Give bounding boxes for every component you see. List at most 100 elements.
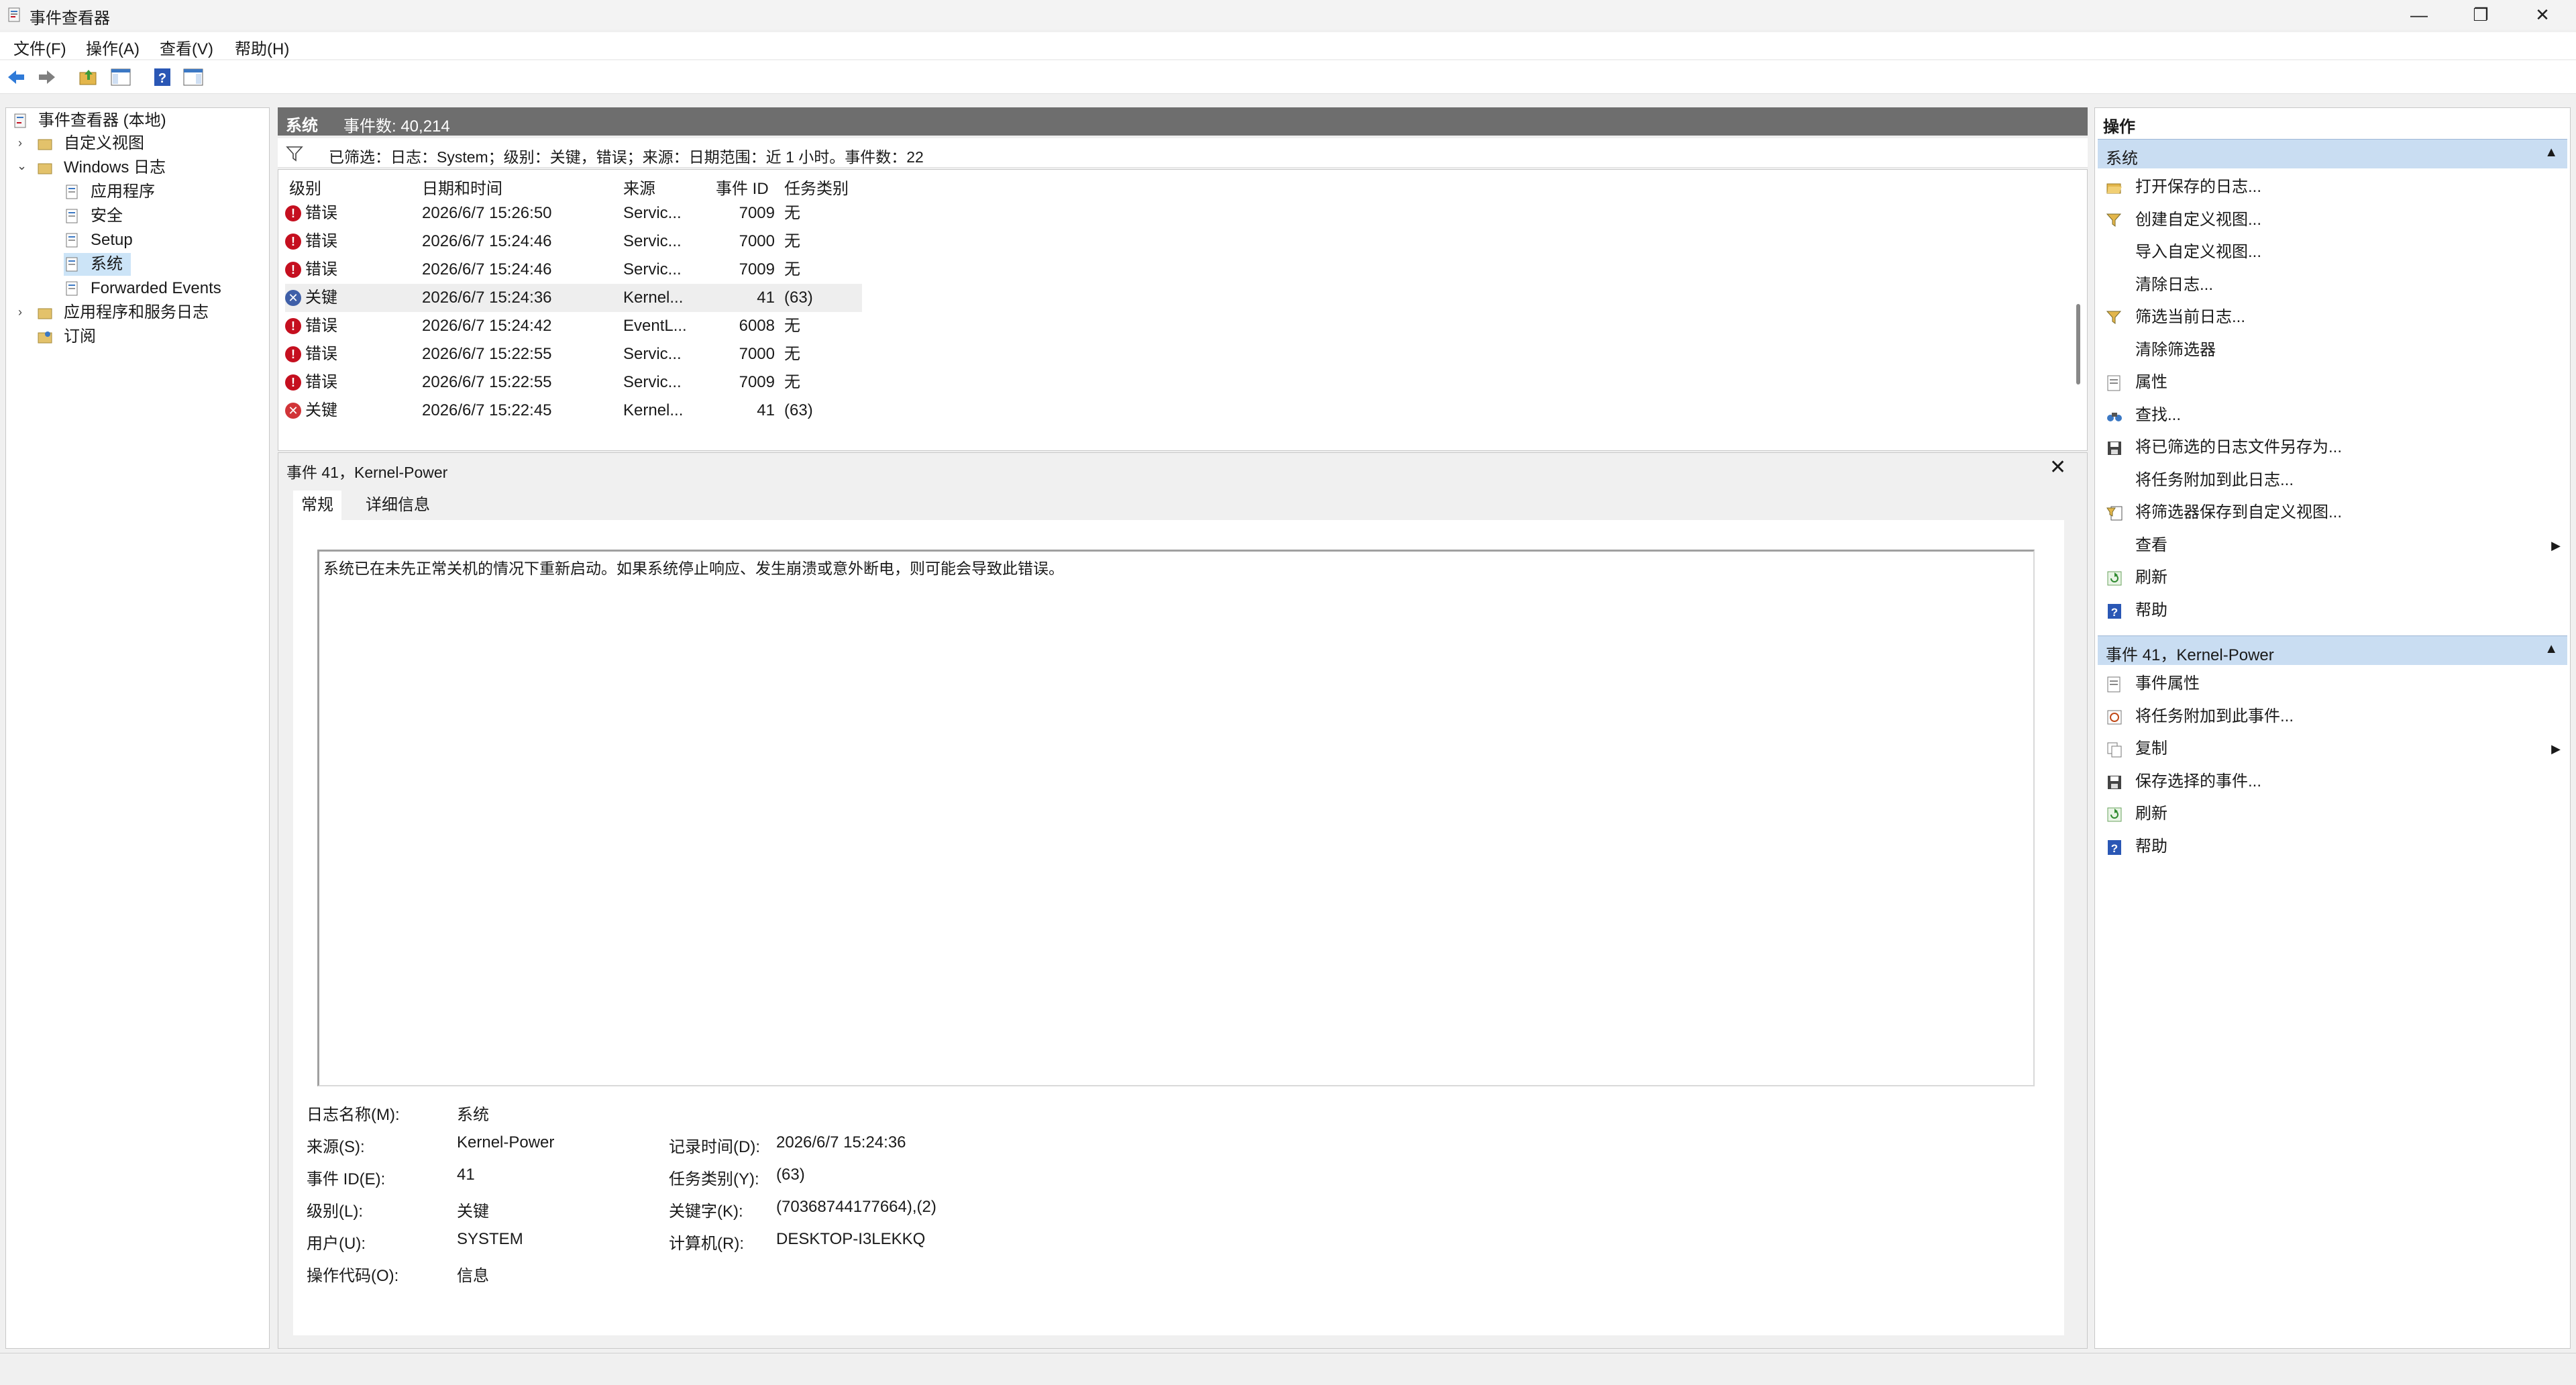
chevron-right-icon[interactable]: › [18,136,22,150]
menu-action[interactable]: 操作(A) [86,36,140,59]
error-icon: ! [285,262,301,278]
error-icon: ! [285,205,301,221]
menu-file[interactable]: 文件(F) [13,36,66,59]
close-window-button[interactable]: ✕ [2512,0,2573,30]
column-header-datetime[interactable]: 日期和时间 [422,175,502,199]
action-save-filter-10[interactable]: 将筛选器保存到自定义视图... [2099,497,2567,529]
column-header-level[interactable]: 级别 [289,175,321,199]
task-icon [2107,710,2122,724]
action-item-3[interactable]: 清除日志... [2099,269,2567,301]
tree-item-custom-views[interactable]: 自定义视图 [37,132,258,155]
cell-task: 无 [784,317,800,335]
maximize-button[interactable]: ❐ [2450,0,2512,30]
event-list[interactable]: 级别 日期和时间 来源 事件 ID 任务类别 ! 错误 2026/6/7 15:26… [278,169,2088,451]
cell-source: Servic... [623,232,682,250]
tree-item-forwarded-events[interactable]: Forwarded Events [64,277,258,300]
column-header-task[interactable]: 任务类别 [784,175,849,199]
detail-title: 事件 41，Kernel-Power [286,464,448,481]
action-refresh-12[interactable]: 刷新 [2099,562,2567,594]
minimize-button[interactable]: — [2388,0,2450,30]
tree-item-app-service-logs[interactable]: 应用程序和服务日志 [37,301,258,324]
action-properties-6[interactable]: 属性 [2099,366,2567,399]
computer-label: 计算机(R): [669,1235,744,1253]
tree-item-setup[interactable]: Setup [64,229,258,252]
logged-value: 2026/6/7 15:24:36 [776,1133,906,1151]
cell-level: 错误 [305,260,337,278]
action-funnel-4[interactable]: 筛选当前日志... [2099,301,2567,334]
tree-item-security[interactable]: 安全 [64,205,258,227]
actions-section-system[interactable]: 系统 ▲ [2098,139,2567,168]
error-icon: ! [285,234,301,250]
tree-label: Windows 日志 [64,158,166,176]
cell-task: (63) [784,401,813,419]
up-folder-icon[interactable] [78,66,99,88]
cell-task: 无 [784,345,800,363]
cell-level: 关键 [305,289,337,307]
collapse-icon[interactable]: ▲ [2544,145,2558,160]
event-row[interactable]: ! 错误 2026/6/7 15:22:55 Servic... 7000 无 [285,340,862,368]
event-row[interactable]: ! 错误 2026/6/7 15:26:50 Servic... 7009 无 [285,199,862,227]
action-item-11[interactable]: 查看 ▶ [2099,529,2567,562]
action-open-folder-0[interactable]: 打开保存的日志... [2099,171,2567,203]
column-header-source[interactable]: 来源 [623,175,655,199]
tree-item-root[interactable]: 事件查看器 (本地) [13,109,261,132]
show-hide-tree-icon[interactable] [110,66,131,88]
scrollbar[interactable] [2076,304,2080,384]
action-binoculars-7[interactable]: 查找... [2099,399,2567,431]
action-refresh-4[interactable]: 刷新 [2099,798,2567,830]
chevron-right-icon[interactable]: › [18,305,22,319]
action-task-1[interactable]: 将任务附加到此事件... [2099,701,2567,733]
action-save-3[interactable]: 保存选择的事件... [2099,766,2567,798]
cell-task: 无 [784,260,800,278]
description-box[interactable]: 系统已在未先正常关机的情况下重新启动。如果系统停止响应、发生崩溃或意外断电，则可… [317,550,2035,1086]
cell-level: 错误 [305,373,337,391]
cell-task: 无 [784,204,800,222]
tree-item-windows-logs[interactable]: Windows 日志 [37,156,258,179]
action-properties-0[interactable]: 事件属性 [2099,668,2567,700]
event-row[interactable]: ! 错误 2026/6/7 15:24:42 EventL... 6008 无 [285,312,862,340]
event-row[interactable]: ! 错误 2026/6/7 15:24:46 Servic... 7009 无 [285,256,862,284]
collapse-icon[interactable]: ▲ [2544,642,2558,657]
action-copy-2[interactable]: 复制 ▶ [2099,733,2567,765]
cell-event-id: 41 [757,289,775,307]
actions-pane: 操作 系统 ▲ 打开保存的日志... 创建自定义视图... 导入自定义视图... 清除… [2094,107,2571,1349]
tree-item-application[interactable]: 应用程序 [64,181,258,203]
event-row[interactable]: ! 错误 2026/6/7 15:24:46 Servic... 7000 无 [285,227,862,256]
log-name-value: 系统 [457,1106,489,1124]
action-help-13[interactable]: ? 帮助 [2099,595,2567,627]
close-icon[interactable]: ✕ [2049,456,2066,479]
action-item-9[interactable]: 将任务附加到此日志... [2099,464,2567,497]
event-row[interactable]: ✕ 关键 2026/6/7 15:22:45 Kernel... 41 (63) [285,397,862,425]
event-row[interactable]: ✕ 关键 2026/6/7 15:24:36 Kernel... 41 (63) [285,284,862,312]
folder-icon [38,139,52,150]
svg-text:?: ? [158,71,166,86]
column-header-event-id[interactable]: 事件 ID [716,175,769,199]
action-funnel-1[interactable]: 创建自定义视图... [2099,204,2567,236]
cell-datetime: 2026/6/7 15:22:45 [422,401,552,419]
toolbar: ? [0,60,2576,94]
action-label: 筛选当前日志... [2135,308,2246,326]
action-item-5[interactable]: 清除筛选器 [2099,334,2567,366]
chevron-down-icon[interactable]: ⌄ [17,159,27,173]
menu-view[interactable]: 查看(V) [160,36,213,59]
level-label: 级别(L): [307,1202,363,1221]
menu-help[interactable]: 帮助(H) [235,36,289,59]
actions-section-event[interactable]: 事件 41，Kernel-Power ▲ [2098,635,2567,665]
action-help-5[interactable]: ? 帮助 [2099,831,2567,863]
tree-label: 自定义视图 [64,134,144,152]
cell-task: 无 [784,232,800,250]
action-item-2[interactable]: 导入自定义视图... [2099,236,2567,268]
tab-general[interactable]: 常规 [293,491,341,520]
tab-details[interactable]: 详细信息 [358,491,438,520]
action-save-8[interactable]: 将已筛选的日志文件另存为... [2099,431,2567,464]
tree-item-system[interactable]: 系统 [64,253,131,276]
action-label: 清除筛选器 [2135,340,2216,359]
event-row[interactable]: ! 错误 2026/6/7 15:22:55 Servic... 7009 无 [285,368,862,397]
tree-item-subscriptions[interactable]: 订阅 [37,325,258,348]
show-hide-action-pane-icon[interactable] [182,66,204,88]
back-icon[interactable] [5,66,27,88]
forward-icon[interactable] [36,66,58,88]
tree-label: Forwarded Events [91,279,221,297]
help-icon[interactable]: ? [152,66,173,88]
keywords-label: 关键字(K): [669,1202,743,1221]
